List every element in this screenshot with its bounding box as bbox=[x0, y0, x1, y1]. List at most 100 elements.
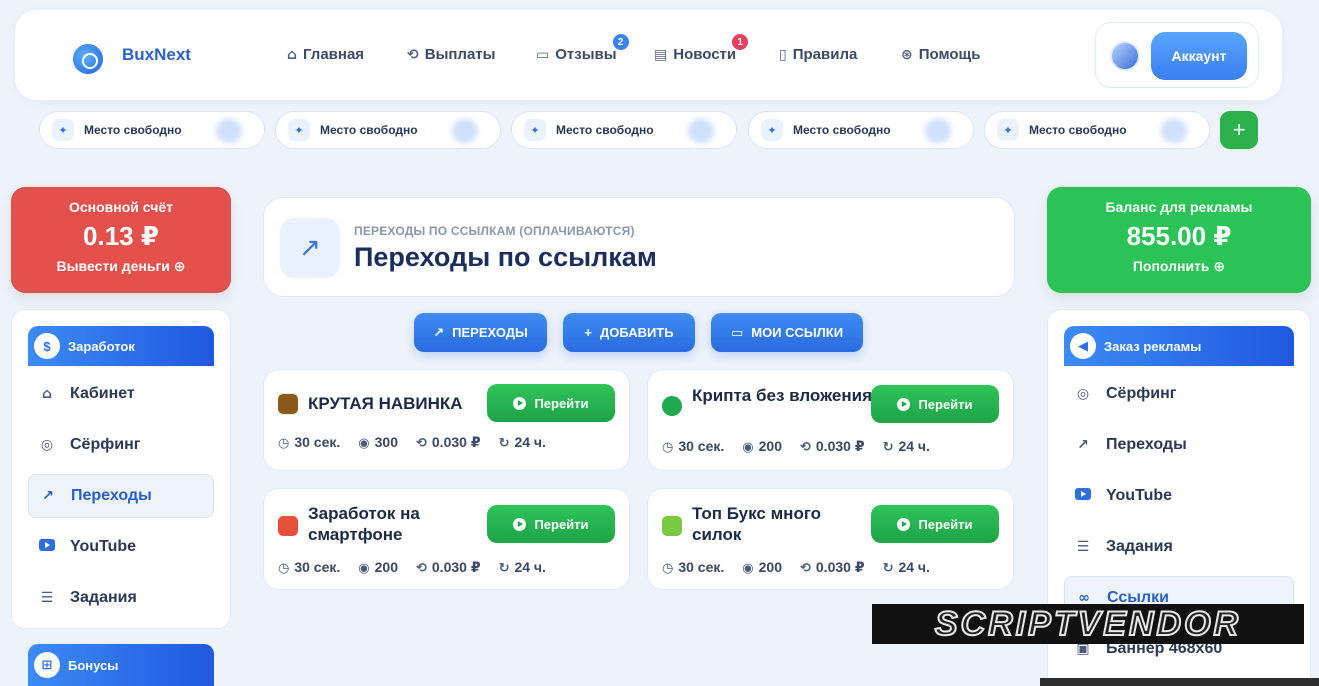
top-navbar: BuxNext ⌂ Главная ⟲ Выплаты ▭ Отзывы 2 ▤… bbox=[15, 10, 1282, 100]
topup-link[interactable]: Пополнить ⊕ bbox=[1047, 258, 1311, 275]
ads-item-label: Переходы bbox=[1106, 436, 1187, 453]
go-button[interactable]: Перейти bbox=[487, 505, 615, 543]
task-period: ↻ 24 ч. bbox=[499, 434, 546, 451]
play-icon bbox=[513, 396, 527, 410]
account-button[interactable]: Аккаунт bbox=[1151, 32, 1247, 80]
nav-item-news[interactable]: ▤ Новости 1 bbox=[654, 34, 749, 63]
list-icon: ☰ bbox=[1076, 539, 1090, 555]
ads-item-surfing[interactable]: ◎ Сёрфинг bbox=[1064, 372, 1294, 416]
list-icon: ☰ bbox=[40, 590, 54, 606]
go-button-label: Перейти bbox=[534, 516, 589, 532]
nav-item-home[interactable]: ⌂ Главная bbox=[287, 46, 364, 63]
task-period: ↻ 24 ч. bbox=[499, 559, 546, 576]
ad-slot[interactable]: ✦ Место свободно bbox=[39, 111, 265, 149]
task-views: ◉ 300 bbox=[358, 434, 398, 451]
ad-slot[interactable]: ✦ Место свободно bbox=[511, 111, 737, 149]
sidebar-item-label: YouTube bbox=[70, 538, 137, 555]
bonus-menu-header[interactable]: ⊞ Бонусы bbox=[28, 644, 214, 686]
nav-item-label: Помощь bbox=[918, 46, 981, 63]
nav-item-payouts[interactable]: ⟲ Выплаты bbox=[407, 46, 495, 63]
task-card: Топ Букс много силок Перейти ◷ 30 сек. ◉ 2… bbox=[647, 488, 1014, 590]
task-time-value: 30 сек. bbox=[294, 434, 341, 450]
order-ads-menu-header: ◀ Заказ рекламы bbox=[1064, 326, 1294, 366]
sidebar-item-youtube[interactable]: YouTube bbox=[28, 525, 214, 569]
task-price-value: 0.030 ₽ bbox=[815, 559, 865, 575]
watermark: SCRIPTVENDOR bbox=[872, 604, 1304, 644]
go-button-label: Перейти bbox=[534, 395, 589, 411]
reviews-icon: ▭ bbox=[536, 46, 550, 63]
reviews-badge: 2 bbox=[612, 34, 629, 50]
avatar[interactable] bbox=[1110, 41, 1140, 71]
main-balance-title: Основной счёт bbox=[69, 199, 173, 215]
nav-item-label: Новости 1 bbox=[673, 34, 749, 63]
home-icon: ⌂ bbox=[41, 386, 53, 402]
rules-icon: ▯ bbox=[779, 46, 787, 63]
task-price: ⟲ 0.030 ₽ bbox=[800, 559, 865, 576]
task-views-value: 200 bbox=[374, 559, 398, 575]
task-price: ⟲ 0.030 ₽ bbox=[416, 559, 481, 576]
my-links-button-label: МОИ ССЫЛКИ bbox=[751, 325, 844, 340]
task-period-value: 24 ч. bbox=[898, 438, 930, 454]
go-button[interactable]: Перейти bbox=[487, 384, 615, 422]
brand-name[interactable]: BuxNext bbox=[122, 45, 191, 65]
ads-item-transitions[interactable]: ↗ Переходы bbox=[1064, 423, 1294, 467]
checkmark-logo-icon bbox=[662, 516, 682, 536]
ads-item-youtube[interactable]: YouTube bbox=[1064, 474, 1294, 518]
task-stats: ◷ 30 сек. ◉ 300 ⟲ 0.030 ₽ ↻ 24 ч. bbox=[278, 434, 546, 451]
add-button[interactable]: + ДОБАВИТЬ bbox=[563, 313, 695, 352]
transitions-button[interactable]: ↗ ПЕРЕХОДЫ bbox=[414, 313, 547, 352]
megaphone-icon: ◀ bbox=[1070, 333, 1096, 359]
ad-slot-blur bbox=[925, 119, 951, 143]
clock-icon: ◷ bbox=[278, 436, 290, 451]
sidebar-item-transitions[interactable]: ↗ Переходы bbox=[28, 474, 214, 518]
nav-item-text: Отзывы bbox=[555, 46, 617, 63]
ad-slot[interactable]: ✦ Место свободно bbox=[984, 111, 1210, 149]
ad-slot[interactable]: ✦ Место свободно bbox=[748, 111, 974, 149]
coins-icon: ⟲ bbox=[799, 561, 811, 576]
task-time: ◷ 30 сек. bbox=[662, 438, 724, 455]
ads-item-tasks[interactable]: ☰ Задания bbox=[1064, 525, 1294, 569]
nav-item-help[interactable]: ⊛ Помощь bbox=[901, 46, 980, 63]
main-balance-value: 0.13 ₽ bbox=[83, 221, 159, 251]
sidebar-item-label: Переходы bbox=[71, 487, 152, 504]
task-period: ↻ 24 ч. bbox=[883, 438, 930, 455]
task-views-value: 200 bbox=[758, 438, 782, 454]
task-card: Крипта без вложения Перейти ◷ 30 сек. ◉ 20… bbox=[647, 369, 1014, 471]
task-stats: ◷ 30 сек. ◉ 200 ⟲ 0.030 ₽ ↻ 24 ч. bbox=[278, 559, 546, 576]
add-slot-button[interactable]: + bbox=[1220, 111, 1258, 149]
gift-icon: ⊞ bbox=[34, 652, 60, 678]
go-button[interactable]: Перейти bbox=[871, 505, 999, 543]
eye-icon: ◉ bbox=[742, 440, 754, 455]
ad-slot-label: Место свободно bbox=[556, 123, 654, 137]
nav-item-reviews[interactable]: ▭ Отзывы 2 bbox=[536, 34, 629, 63]
account-panel: Аккаунт bbox=[1095, 22, 1259, 88]
task-time: ◷ 30 сек. bbox=[278, 434, 340, 451]
watermark-text: SCRIPTVENDOR bbox=[934, 604, 1242, 644]
ads-item-label: Задания bbox=[1106, 538, 1173, 555]
sidebar-item-cabinet[interactable]: ⌂ Кабинет bbox=[28, 372, 214, 416]
order-ads-menu-title: Заказ рекламы bbox=[1104, 338, 1202, 354]
nav-item-label: Главная bbox=[303, 46, 365, 63]
my-links-button[interactable]: ▭ МОИ ССЫЛКИ bbox=[711, 313, 863, 352]
money-bag-icon: $ bbox=[34, 333, 60, 359]
nav-item-text: Новости bbox=[673, 46, 737, 63]
ad-slot[interactable]: ✦ Место свободно bbox=[275, 111, 501, 149]
task-title: Крипта без вложения bbox=[692, 386, 872, 405]
go-button[interactable]: Перейти bbox=[871, 385, 999, 423]
sidebar-item-tasks[interactable]: ☰ Задания bbox=[28, 576, 214, 620]
logo-icon[interactable] bbox=[73, 44, 103, 74]
compass-icon: ◎ bbox=[1076, 386, 1090, 402]
sidebar-item-surfing[interactable]: ◎ Сёрфинг bbox=[28, 423, 214, 467]
withdraw-link[interactable]: Вывести деньги ⊕ bbox=[11, 258, 231, 275]
youtube-icon bbox=[38, 539, 56, 555]
earnings-menu-title: Заработок bbox=[68, 338, 135, 354]
task-stats: ◷ 30 сек. ◉ 200 ⟲ 0.030 ₽ ↻ 24 ч. bbox=[662, 438, 930, 455]
task-price-value: 0.030 ₽ bbox=[431, 559, 481, 575]
ad-slot-blur bbox=[1161, 119, 1187, 143]
ads-item-label: Сёрфинг bbox=[1106, 385, 1177, 402]
clock-icon: ◷ bbox=[662, 561, 674, 576]
ads-item-label: YouTube bbox=[1106, 487, 1173, 504]
news-icon: ▤ bbox=[654, 46, 668, 63]
nav-item-rules[interactable]: ▯ Правила bbox=[779, 46, 857, 63]
page-header-card: ↗ ПЕРЕХОДЫ ПО ССЫЛКАМ (ОПЛАЧИВАЮТСЯ) Пер… bbox=[263, 197, 1015, 297]
